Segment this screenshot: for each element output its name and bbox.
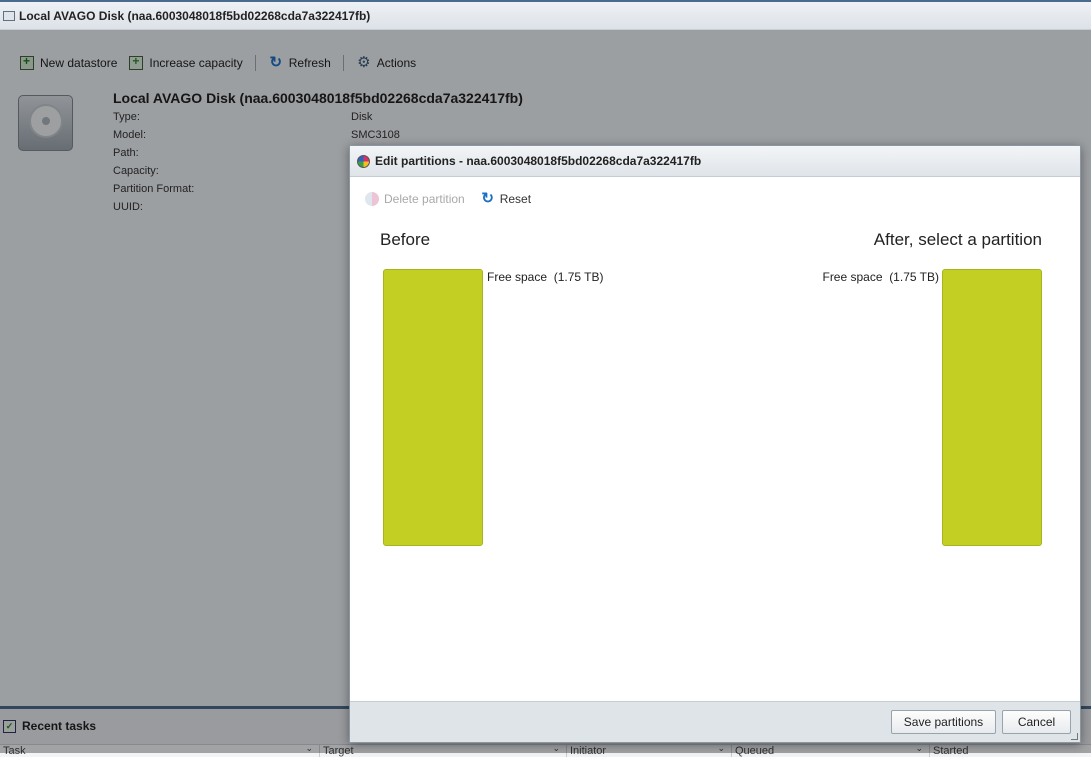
- delete-partition-label: Delete partition: [384, 192, 465, 206]
- edit-partitions-dialog: Edit partitions - naa.6003048018f5bd0226…: [349, 145, 1081, 743]
- resize-grip-icon[interactable]: [1071, 733, 1078, 740]
- delete-partition-icon: [365, 192, 379, 206]
- cancel-button[interactable]: Cancel: [1002, 710, 1071, 734]
- before-partition-size: (1.75 TB): [553, 270, 604, 284]
- dialog-header[interactable]: Edit partitions - naa.6003048018f5bd0226…: [350, 146, 1080, 177]
- dialog-footer: Save partitions Cancel: [350, 701, 1080, 742]
- dialog-toolbar: Delete partition ↻ Reset: [365, 190, 547, 207]
- after-partition-label: Free space (1.75 TB): [822, 270, 939, 284]
- delete-partition-button[interactable]: Delete partition: [365, 192, 465, 206]
- before-partition-name: Free space: [487, 270, 548, 284]
- window-title: Local AVAGO Disk (naa.6003048018f5bd0226…: [19, 8, 371, 23]
- after-partition-bar[interactable]: [942, 269, 1042, 546]
- disk-icon: [3, 10, 15, 21]
- dialog-title: Edit partitions - naa.6003048018f5bd0226…: [375, 154, 702, 168]
- reset-button[interactable]: ↻ Reset: [481, 190, 532, 207]
- after-partition-name: Free space: [822, 270, 883, 284]
- after-partition-size: (1.75 TB): [889, 270, 939, 284]
- before-partition-bar: [383, 269, 483, 546]
- partition-icon: [357, 154, 370, 168]
- before-partition-label: Free space (1.75 TB): [487, 270, 604, 284]
- after-heading: After, select a partition: [873, 230, 1042, 249]
- reset-label: Reset: [499, 192, 532, 206]
- before-heading: Before: [380, 230, 431, 249]
- window-titlebar: Local AVAGO Disk (naa.6003048018f5bd0226…: [0, 0, 1091, 30]
- save-partitions-button[interactable]: Save partitions: [891, 710, 996, 734]
- reset-icon: ↻: [481, 190, 494, 207]
